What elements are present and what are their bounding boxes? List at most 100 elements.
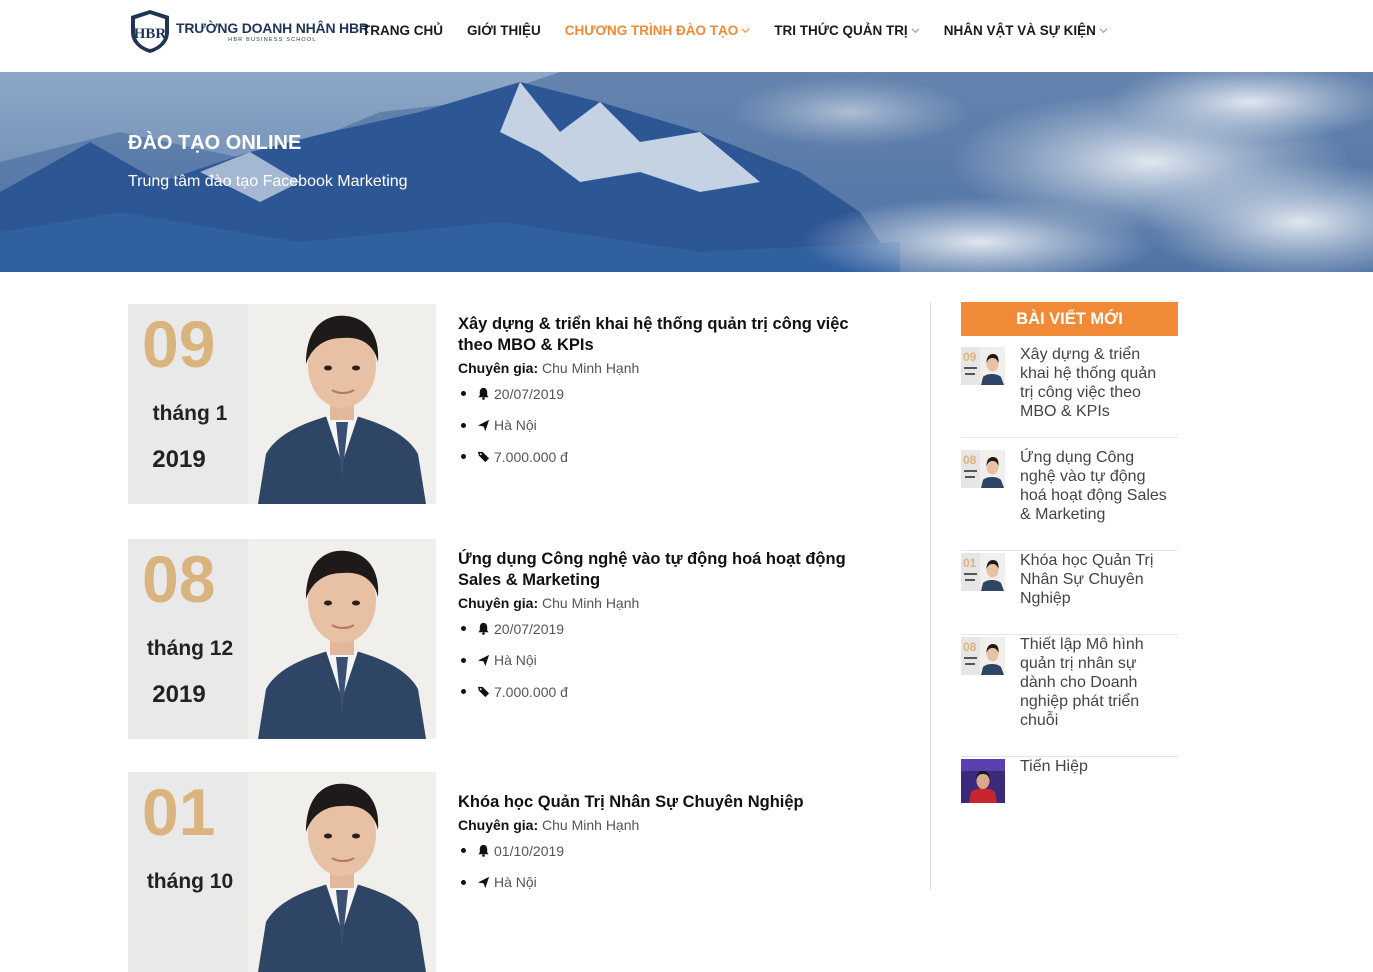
recent-post-thumbnail[interactable]: 08: [961, 450, 1005, 488]
recent-post-title[interactable]: Ứng dụng Công nghệ vào tự động hoá hoạt …: [1020, 448, 1170, 524]
course-title-link[interactable]: Ứng dụng Công nghệ vào tự động hoá hoạt …: [458, 549, 878, 591]
course-location: Hà Nội: [458, 410, 878, 442]
paper-plane-icon: [477, 654, 490, 666]
course-location-text: Hà Nội: [494, 417, 537, 434]
main-nav: TRANG CHỦ GIỚI THIỆU CHƯƠNG TRÌNH ĐÀO TẠO T…: [362, 20, 1132, 40]
course-title-link[interactable]: Khóa học Quản Trị Nhân Sự Chuyên Nghiệp: [458, 792, 878, 813]
expert-label: Chuyên gia:: [458, 817, 539, 833]
site-header: HBR TRƯỜNG DOANH NHÂN HBR HBR BUSINESS S…: [0, 0, 1373, 72]
date-year: 2019: [152, 446, 206, 473]
nav-item-1[interactable]: GIỚI THIỆU: [467, 20, 541, 40]
recent-post-thumbnail[interactable]: 08: [961, 637, 1005, 675]
bell-icon: [478, 623, 489, 636]
page-banner: ĐÀO TẠO ONLINE Trung tâm đào tạo Faceboo…: [0, 72, 1373, 272]
date-badge: 09 tháng 1 2019: [128, 304, 248, 504]
course-expert: Chuyên gia: Chu Minh Hạnh: [458, 595, 878, 611]
paper-plane-icon: [477, 876, 490, 888]
date-month: tháng 10: [146, 870, 234, 893]
date-badge: 08 tháng 12 2019: [128, 539, 248, 739]
expert-photo: [248, 304, 436, 504]
site-logo[interactable]: HBR TRƯỜNG DOANH NHÂN HBR HBR BUSINESS S…: [128, 8, 369, 54]
nav-item-label: GIỚI THIỆU: [467, 22, 541, 38]
course-date: 20/07/2019: [458, 613, 878, 645]
nav-item-2[interactable]: CHƯƠNG TRÌNH ĐÀO TẠO: [565, 20, 750, 40]
chevron-down-icon: [1099, 27, 1108, 33]
recent-post-thumbnail[interactable]: [961, 759, 1005, 803]
course-meta-list: 01/10/2019 Hà Nội: [458, 835, 878, 898]
nav-item-3[interactable]: TRI THỨC QUẢN TRỊ: [774, 20, 920, 40]
recent-post-title[interactable]: Khóa học Quản Trị Nhân Sự Chuyên Nghiệp: [1020, 551, 1170, 608]
recent-post-item[interactable]: 08 Thiết lập Mô hình quản trị nhân sự dà…: [961, 635, 1178, 757]
date-day: 08: [142, 542, 216, 616]
course-price-text: 7.000.000 đ: [494, 683, 568, 700]
course-date: 20/07/2019: [458, 378, 878, 410]
course-item[interactable]: 01 tháng 10 Khóa học Quản Trị Nhân Sự Ch…: [128, 772, 888, 972]
course-location-text: Hà Nội: [494, 652, 537, 669]
course-title-link[interactable]: Xây dựng & triển khai hệ thống quản trị …: [458, 314, 878, 356]
nav-item-label: TRANG CHỦ: [362, 22, 443, 38]
course-expert: Chuyên gia: Chu Minh Hạnh: [458, 817, 878, 833]
date-day: 09: [142, 307, 216, 381]
course-location: Hà Nội: [458, 867, 878, 899]
date-month: tháng 1: [152, 402, 228, 425]
tag-icon: [477, 687, 490, 698]
nav-item-label: NHÂN VẬT VÀ SỰ KIỆN: [943, 22, 1096, 38]
expert-name: Chu Minh Hạnh: [542, 817, 640, 833]
column-divider: [930, 302, 931, 890]
recent-post-thumbnail[interactable]: 09: [961, 347, 1005, 385]
shield-logo-icon: HBR: [131, 10, 169, 53]
course-item[interactable]: 09 tháng 1 2019 Xây dựng & triển khai hệ…: [128, 304, 888, 504]
expert-photo: [248, 539, 436, 739]
thumbnail-day: 01: [963, 556, 977, 570]
course-meta-list: 20/07/2019 Hà Nội 7.000.000 đ: [458, 613, 878, 708]
expert-photo: [248, 772, 436, 972]
course-expert: Chuyên gia: Chu Minh Hạnh: [458, 360, 878, 376]
course-info: Ứng dụng Công nghệ vào tự động hoá hoạt …: [458, 549, 878, 708]
expert-label: Chuyên gia:: [458, 360, 539, 376]
recent-post-title[interactable]: Thiết lập Mô hình quản trị nhân sự dành …: [1020, 635, 1170, 730]
paper-plane-icon: [477, 419, 490, 431]
logo-mark-text: HBR: [134, 26, 167, 42]
recent-post-title[interactable]: Xây dựng & triển khai hệ thống quản trị …: [1020, 345, 1170, 421]
recent-post-item[interactable]: 08 Ứng dụng Công nghệ vào tự động hoá ho…: [961, 448, 1178, 551]
course-date-text: 20/07/2019: [494, 385, 565, 402]
course-meta-list: 20/07/2019 Hà Nội 7.000.000 đ: [458, 378, 878, 473]
course-info: Khóa học Quản Trị Nhân Sự Chuyên Nghiệp …: [458, 792, 878, 898]
logo-subtitle: HBR BUSINESS SCHOOL: [228, 36, 317, 43]
course-location-text: Hà Nội: [494, 874, 537, 891]
course-price: 7.000.000 đ: [458, 676, 878, 708]
nav-item-0[interactable]: TRANG CHỦ: [362, 20, 443, 40]
course-date-text: 20/07/2019: [494, 620, 565, 637]
thumbnail-day: 08: [963, 453, 977, 467]
course-date-text: 01/10/2019: [494, 842, 565, 859]
page-title: ĐÀO TẠO ONLINE: [128, 132, 302, 154]
course-photo[interactable]: [248, 539, 436, 739]
date-badge: 01 tháng 10: [128, 772, 248, 972]
bell-icon: [478, 845, 489, 858]
page-subtitle: Trung tâm đào tạo Facebook Marketing: [128, 173, 408, 190]
mountain-background-image: [0, 72, 1373, 272]
recent-post-item[interactable]: Tiến Hiệp: [961, 757, 1178, 817]
date-year: 2019: [152, 681, 206, 708]
recent-post-item[interactable]: 09 Xây dựng & triển khai hệ thống quản t…: [961, 345, 1178, 438]
sidebar-heading: BÀI VIẾT MỚI: [961, 302, 1178, 336]
course-item[interactable]: 08 tháng 12 2019 Ứng dụng Công nghệ vào …: [128, 539, 888, 739]
thumbnail-day: 08: [963, 640, 977, 654]
recent-post-thumbnail[interactable]: 01: [961, 553, 1005, 591]
course-photo[interactable]: [248, 772, 436, 972]
tag-icon: [477, 452, 490, 463]
recent-post-title[interactable]: Tiến Hiệp: [1020, 757, 1170, 776]
recent-post-item[interactable]: 01 Khóa học Quản Trị Nhân Sự Chuyên Nghi…: [961, 551, 1178, 635]
thumbnail-day: 09: [963, 350, 977, 364]
nav-item-4[interactable]: NHÂN VẬT VÀ SỰ KIỆN: [944, 20, 1108, 40]
logo-title: TRƯỜNG DOANH NHÂN HBR: [176, 19, 369, 36]
expert-name: Chu Minh Hạnh: [542, 360, 640, 376]
course-info: Xây dựng & triển khai hệ thống quản trị …: [458, 314, 878, 473]
nav-item-label: CHƯƠNG TRÌNH ĐÀO TẠO: [564, 22, 739, 38]
expert-label: Chuyên gia:: [458, 595, 539, 611]
date-day: 01: [142, 775, 216, 849]
nav-item-label: TRI THỨC QUẢN TRỊ: [774, 22, 908, 38]
chevron-down-icon: [741, 27, 750, 33]
course-location: Hà Nội: [458, 645, 878, 677]
course-photo[interactable]: [248, 304, 436, 504]
